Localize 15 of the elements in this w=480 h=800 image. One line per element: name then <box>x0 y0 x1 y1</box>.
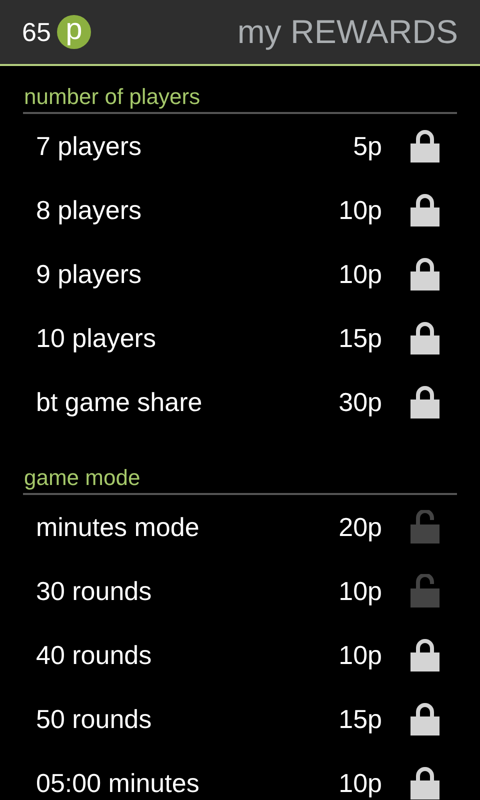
page-title: my REWARDS <box>237 13 458 51</box>
reward-item[interactable]: 10 players 15p <box>0 306 480 370</box>
reward-item[interactable]: bt game share 30p <box>0 370 480 434</box>
points-badge: p <box>56 15 91 49</box>
reward-item[interactable]: 40 rounds 10p <box>0 623 480 687</box>
reward-item[interactable]: 8 players 10p <box>0 178 480 242</box>
reward-item[interactable]: 50 rounds 15p <box>0 687 480 751</box>
reward-item[interactable]: 30 rounds 10p <box>0 559 480 623</box>
section-heading: number of players <box>23 66 457 114</box>
reward-item[interactable]: minutes mode 20p <box>0 495 480 559</box>
reward-item[interactable]: 9 players 10p <box>0 242 480 306</box>
reward-item[interactable]: 05:00 minutes 10p <box>0 751 480 800</box>
section-heading: game mode <box>23 447 457 495</box>
points-count: 65 <box>22 16 51 48</box>
reward-item[interactable]: 7 players 5p <box>0 114 480 178</box>
